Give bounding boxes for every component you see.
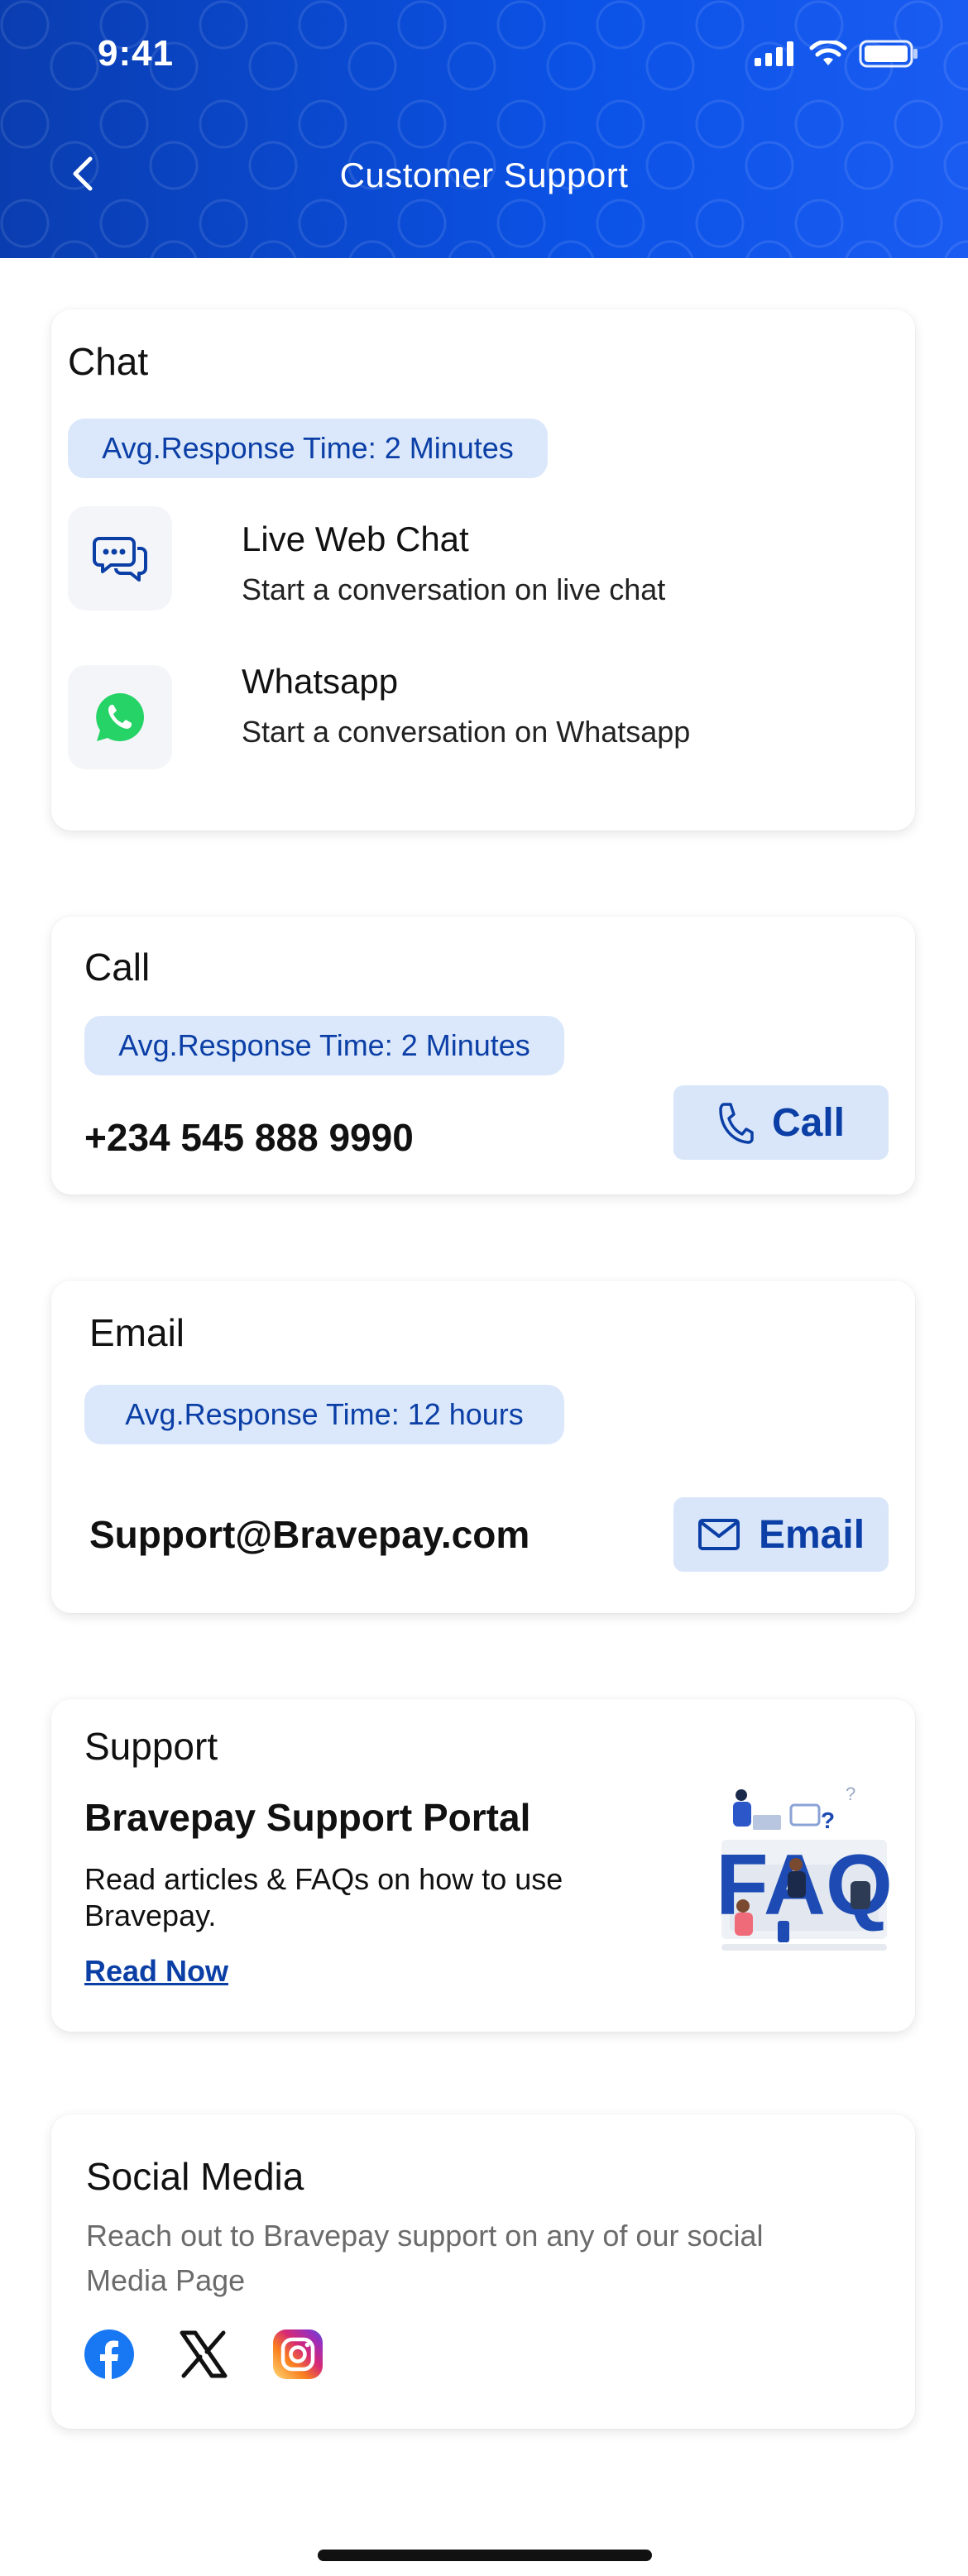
- email-response-time-badge: Avg.Response Time: 12 hours: [84, 1385, 564, 1444]
- call-button[interactable]: Call: [673, 1085, 889, 1160]
- phone-number: +234 545 888 9990: [84, 1116, 414, 1159]
- call-card: Call Avg.Response Time: 2 Minutes +234 5…: [51, 917, 915, 1195]
- social-media-card: Social Media Reach out to Bravepay suppo…: [51, 2114, 915, 2429]
- social-media-title: Social Media: [86, 2155, 304, 2198]
- portal-title: Bravepay Support Portal: [84, 1796, 531, 1839]
- chat-response-time-badge: Avg.Response Time: 2 Minutes: [68, 419, 548, 478]
- status-icons: [755, 40, 918, 68]
- signal-icon: [755, 41, 793, 66]
- phone-icon: [719, 1103, 754, 1144]
- call-response-time-badge: Avg.Response Time: 2 Minutes: [84, 1016, 564, 1075]
- whatsapp-item[interactable]: Whatsapp Start a conversation on Whatsap…: [51, 662, 915, 789]
- support-title: Support: [84, 1725, 218, 1768]
- email-address: Support@Bravepay.com: [89, 1513, 530, 1556]
- chat-card: Chat Avg.Response Time: 2 Minutes Live W…: [51, 309, 915, 831]
- portal-description: Read articles & FAQs on how to use Brave…: [84, 1862, 563, 1932]
- chat-title: Chat: [68, 340, 149, 383]
- whatsapp-icon-box: [68, 665, 172, 769]
- x-icon[interactable]: [177, 2328, 230, 2381]
- support-card: Support Bravepay Support Portal Read art…: [51, 1699, 915, 2032]
- whatsapp-title: Whatsapp: [242, 662, 399, 701]
- email-card: Email Avg.Response Time: 12 hours Suppor…: [51, 1281, 915, 1613]
- live-chat-subtitle: Start a conversation on live chat: [242, 572, 666, 606]
- email-title: Email: [89, 1311, 185, 1354]
- chat-bubbles-icon: [93, 537, 147, 582]
- svg-text:?: ?: [821, 1808, 835, 1833]
- email-button[interactable]: Email: [673, 1497, 889, 1572]
- live-chat-title: Live Web Chat: [242, 520, 469, 558]
- whatsapp-subtitle: Start a conversation on Whatsapp: [242, 715, 691, 749]
- whatsapp-icon: [96, 693, 144, 742]
- mail-icon: [697, 1519, 740, 1550]
- home-indicator: [318, 2550, 652, 2561]
- wifi-icon: [809, 41, 847, 65]
- instagram-icon[interactable]: [271, 2328, 324, 2381]
- faq-illustration: FAQ ? ?: [716, 1784, 893, 1951]
- facebook-icon[interactable]: [83, 2328, 136, 2381]
- battery-icon: [859, 40, 918, 68]
- call-button-label: Call: [771, 1100, 846, 1145]
- app-header: 9:41 Customer Support: [0, 0, 968, 258]
- live-web-chat-item[interactable]: Live Web Chat Start a conversation on li…: [51, 506, 915, 630]
- svg-text:?: ?: [846, 1784, 855, 1804]
- social-media-description: Reach out to Bravepay support on any of …: [86, 2219, 764, 2297]
- email-button-label: Email: [758, 1512, 865, 1557]
- live-chat-icon-box: [68, 506, 172, 610]
- call-title: Call: [84, 946, 151, 989]
- status-time: 9:41: [98, 33, 175, 74]
- read-now-link[interactable]: Read Now: [84, 1954, 228, 1989]
- page-title: Customer Support: [339, 156, 629, 194]
